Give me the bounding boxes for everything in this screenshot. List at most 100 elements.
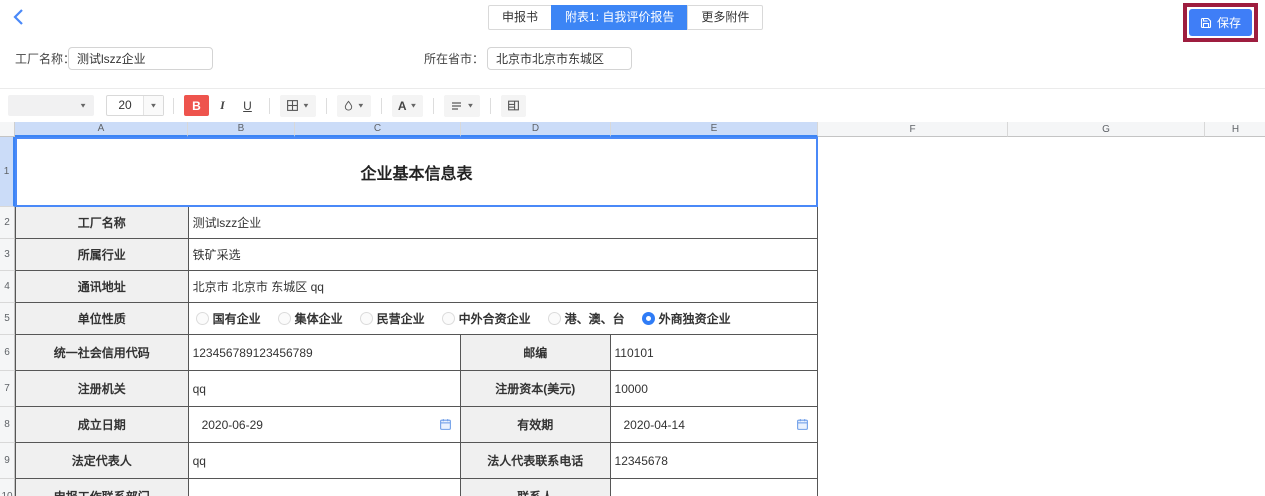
- col-header-a[interactable]: A: [15, 122, 188, 137]
- unit-nature-radio-group: 国有企业 集体企业 民营企业 中外合资企业 港、澳、台 外商独资企业: [189, 303, 817, 334]
- row-header-3[interactable]: 3: [0, 239, 15, 271]
- calendar-icon[interactable]: [796, 418, 809, 434]
- form-row: 工厂名称： 所在省市：: [0, 47, 1265, 71]
- cell-value[interactable]: 测试lszz企业: [189, 207, 817, 238]
- cell-value[interactable]: 110101: [611, 335, 817, 370]
- cell-value[interactable]: 12345678: [611, 443, 817, 478]
- italic-button[interactable]: I: [211, 95, 234, 116]
- tab-bar: 申报书 附表1: 自我评价报告 更多附件: [488, 5, 763, 30]
- cell-value[interactable]: qq: [189, 443, 461, 478]
- cell-value[interactable]: 123456789123456789: [189, 335, 461, 370]
- radio-option[interactable]: 民营企业: [360, 310, 425, 327]
- radio-option[interactable]: 中外合资企业: [442, 310, 531, 327]
- date-picker-field[interactable]: 2020-04-14: [611, 407, 818, 442]
- chevron-down-icon: ▼: [302, 102, 310, 109]
- save-button[interactable]: 保存: [1189, 9, 1252, 36]
- radio-label: 外商独资企业: [659, 310, 731, 327]
- bold-button[interactable]: B: [184, 95, 209, 116]
- row-header-1[interactable]: 1: [0, 137, 15, 207]
- merge-cells-button[interactable]: [501, 95, 526, 117]
- date-picker-field[interactable]: 2020-06-29: [189, 407, 461, 442]
- spreadsheet-toolbar: ▼ 20 ▼ B I U ▼ ▼ A ▼ ▼: [0, 88, 1265, 122]
- col-header-e[interactable]: E: [611, 122, 818, 137]
- table-row: 法定代表人 qq 法人代表联系电话 12345678: [15, 443, 818, 479]
- row-label: 联系人: [461, 479, 611, 496]
- tab-more-attachments[interactable]: 更多附件: [687, 5, 763, 30]
- toolbar-divider: [433, 98, 434, 114]
- factory-name-input[interactable]: [68, 47, 213, 70]
- radio-option-selected[interactable]: 外商独资企业: [642, 310, 731, 327]
- borders-icon: [286, 99, 299, 112]
- region-input[interactable]: [487, 47, 632, 70]
- row-label: 成立日期: [16, 407, 189, 442]
- col-header-b[interactable]: B: [188, 122, 295, 137]
- table-row: 工厂名称 测试lszz企业: [15, 207, 818, 239]
- radio-icon: [442, 312, 455, 325]
- tab-self-evaluation-report[interactable]: 附表1: 自我评价报告: [551, 5, 688, 30]
- table-row: 单位性质 国有企业 集体企业 民营企业 中外合资企业 港、澳、台 外商独资企业: [15, 303, 818, 335]
- col-header-f[interactable]: F: [818, 122, 1008, 137]
- radio-label: 集体企业: [295, 310, 343, 327]
- chevron-down-icon: ▼: [143, 96, 163, 115]
- toolbar-divider: [381, 98, 382, 114]
- radio-label: 民营企业: [377, 310, 425, 327]
- radio-label: 中外合资企业: [459, 310, 531, 327]
- col-header-g[interactable]: G: [1008, 122, 1205, 137]
- table-title-cell[interactable]: 企业基本信息表: [15, 137, 818, 207]
- align-icon: [450, 100, 463, 112]
- cell-value[interactable]: 北京市 北京市 东城区 qq: [189, 271, 817, 302]
- save-icon: [1200, 17, 1212, 29]
- font-size-dropdown[interactable]: 20 ▼: [106, 95, 164, 116]
- info-table: 企业基本信息表 工厂名称 测试lszz企业 所属行业 铁矿采选 通讯地址 北京市…: [15, 137, 818, 496]
- table-row: 所属行业 铁矿采选: [15, 239, 818, 271]
- back-chevron-icon[interactable]: [8, 5, 32, 29]
- column-headers: A B C D E F G H: [15, 122, 1265, 137]
- borders-button[interactable]: ▼: [280, 95, 316, 117]
- chevron-down-icon: ▼: [357, 102, 365, 109]
- row-label: 通讯地址: [16, 271, 189, 302]
- font-color-icon: A: [398, 99, 407, 113]
- col-header-c[interactable]: C: [295, 122, 461, 137]
- radio-option[interactable]: 集体企业: [278, 310, 343, 327]
- cell-value[interactable]: 10000: [611, 371, 817, 406]
- toolbar-divider: [490, 98, 491, 114]
- cell-value[interactable]: [189, 479, 461, 496]
- row-header-8[interactable]: 8: [0, 407, 15, 443]
- radio-icon: [278, 312, 291, 325]
- row-label: 注册机关: [16, 371, 189, 406]
- underline-button[interactable]: U: [236, 95, 259, 116]
- top-header: 申报书 附表1: 自我评价报告 更多附件 保存 工厂名称： 所在省市：: [0, 0, 1265, 88]
- chevron-down-icon: ▼: [410, 102, 418, 109]
- row-header-7[interactable]: 7: [0, 371, 15, 407]
- row-header-5[interactable]: 5: [0, 303, 15, 335]
- table-row: 成立日期 2020-06-29 有效期 2020-04-14: [15, 407, 818, 443]
- row-header-4[interactable]: 4: [0, 271, 15, 303]
- table-row: 统一社会信用代码 123456789123456789 邮编 110101: [15, 335, 818, 371]
- radio-option[interactable]: 国有企业: [196, 310, 261, 327]
- row-label: 法人代表联系电话: [461, 443, 611, 478]
- table-row: 注册机关 qq 注册资本(美元) 10000: [15, 371, 818, 407]
- row-header-6[interactable]: 6: [0, 335, 15, 371]
- align-button[interactable]: ▼: [444, 95, 480, 117]
- row-header-10[interactable]: 10: [0, 479, 15, 496]
- col-header-h[interactable]: H: [1205, 122, 1265, 137]
- region-label: 所在省市：: [424, 47, 484, 71]
- cell-value[interactable]: qq: [189, 371, 461, 406]
- row-header-9[interactable]: 9: [0, 443, 15, 479]
- sheet-corner[interactable]: [0, 122, 15, 137]
- radio-icon: [548, 312, 561, 325]
- radio-label: 港、澳、台: [565, 310, 625, 327]
- col-header-d[interactable]: D: [461, 122, 611, 137]
- fill-color-button[interactable]: ▼: [337, 95, 371, 117]
- radio-label: 国有企业: [213, 310, 261, 327]
- table-row: 通讯地址 北京市 北京市 东城区 qq: [15, 271, 818, 303]
- radio-option[interactable]: 港、澳、台: [548, 310, 625, 327]
- row-header-2[interactable]: 2: [0, 207, 15, 239]
- font-family-dropdown[interactable]: ▼: [8, 95, 94, 116]
- cell-value[interactable]: 铁矿采选: [189, 239, 817, 270]
- calendar-icon[interactable]: [439, 418, 452, 434]
- font-color-button[interactable]: A ▼: [392, 95, 424, 117]
- tab-declaration-form[interactable]: 申报书: [488, 5, 552, 30]
- fill-color-icon: [343, 99, 354, 112]
- cell-value[interactable]: [611, 479, 817, 496]
